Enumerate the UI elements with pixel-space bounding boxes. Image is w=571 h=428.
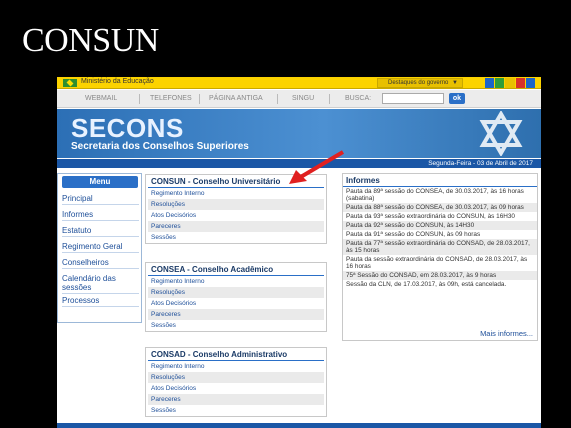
star-logo-icon: [479, 111, 523, 156]
consea-resolucoes-link[interactable]: Resoluções: [148, 287, 324, 298]
consea-panel: CONSEA - Conselho Acadêmico Regimento In…: [145, 262, 327, 332]
informe-item[interactable]: Pauta da 93ª sessão extraordinária do CO…: [343, 212, 537, 221]
nav-pagina-antiga[interactable]: PÁGINA ANTIGA: [209, 95, 263, 102]
informe-item[interactable]: Pauta da sessão extraordinária do CONSAD…: [343, 255, 537, 271]
consad-atos-link[interactable]: Atos Decisórios: [148, 383, 324, 394]
consun-regimento-link[interactable]: Regimento Interno: [148, 188, 324, 199]
brasil-logo: [485, 78, 536, 88]
nav-divider: [329, 94, 330, 104]
search-ok-button[interactable]: ok: [449, 93, 465, 104]
informe-item[interactable]: Pauta da 92ª sessão do CONSUN, às 14H30: [343, 221, 537, 230]
chevron-down-icon: ▼: [452, 80, 458, 86]
informe-item[interactable]: Pauta da 91ª sessão do CONSUN, às 09 hor…: [343, 230, 537, 239]
consun-sessoes-link[interactable]: Sessões: [148, 232, 324, 243]
consea-sessoes-link[interactable]: Sessões: [148, 320, 324, 331]
consun-pareceres-link[interactable]: Pareceres: [148, 221, 324, 232]
sidebar-item-principal[interactable]: Principal: [62, 193, 139, 205]
informes-title: Informes: [343, 174, 537, 187]
search-label: BUSCA:: [345, 95, 372, 102]
nav-divider: [277, 94, 278, 104]
top-navigation: WEBMAIL TELEFONES PÁGINA ANTIGA SINGU BU…: [57, 90, 541, 108]
consad-panel-title[interactable]: CONSAD - Conselho Administrativo: [148, 348, 324, 361]
footer-bar: [57, 423, 541, 428]
sidebar-item-calendario[interactable]: Calendário das sessões: [62, 273, 139, 294]
sidebar-item-regimento-geral[interactable]: Regimento Geral: [62, 241, 139, 253]
site-subtitle: Secretaria dos Conselhos Superiores: [71, 141, 249, 152]
consad-pareceres-link[interactable]: Pareceres: [148, 394, 324, 405]
government-bar: Ministério da Educação Destaques do gove…: [57, 77, 541, 89]
consad-resolucoes-link[interactable]: Resoluções: [148, 372, 324, 383]
informe-item[interactable]: Pauta da 89ª sessão do CONSEA, de 30.03.…: [343, 187, 537, 203]
consad-panel: CONSAD - Conselho Administrativo Regimen…: [145, 347, 327, 417]
consun-atos-link[interactable]: Atos Decisórios: [148, 210, 324, 221]
informe-item[interactable]: 75ª Sessão do CONSAD, em 28.03.2017, às …: [343, 271, 537, 280]
consea-regimento-link[interactable]: Regimento Interno: [148, 276, 324, 287]
informe-item[interactable]: Pauta da 88ª sessão do CONSEA, de 30.03.…: [343, 203, 537, 212]
sidebar-item-conselheiros[interactable]: Conselheiros: [62, 257, 139, 269]
menu-header: Menu: [62, 176, 138, 188]
nav-telefones[interactable]: TELEFONES: [150, 95, 192, 102]
nav-webmail[interactable]: WEBMAIL: [85, 95, 117, 102]
sidebar-item-estatuto[interactable]: Estatuto: [62, 225, 139, 237]
nav-singu[interactable]: SINGU: [292, 95, 314, 102]
consea-pareceres-link[interactable]: Pareceres: [148, 309, 324, 320]
sidebar-menu: Menu Principal Informes Estatuto Regimen…: [57, 173, 142, 323]
nav-divider: [199, 94, 200, 104]
consea-atos-link[interactable]: Atos Decisórios: [148, 298, 324, 309]
site-title[interactable]: SECONS: [71, 113, 184, 144]
highlights-select-label: Destaques do governo: [388, 80, 449, 86]
sidebar-item-processos[interactable]: Processos: [62, 295, 139, 307]
consad-regimento-link[interactable]: Regimento Interno: [148, 361, 324, 372]
website-screenshot: Ministério da Educação Destaques do gove…: [57, 77, 541, 428]
consad-sessoes-link[interactable]: Sessões: [148, 405, 324, 416]
informe-item[interactable]: Pauta da 77ª sessão extraordinária do CO…: [343, 239, 537, 255]
nav-divider: [139, 94, 140, 104]
consun-resolucoes-link[interactable]: Resoluções: [148, 199, 324, 210]
more-informes-link[interactable]: Mais informes...: [480, 329, 533, 338]
search-input[interactable]: [382, 93, 444, 104]
brazil-flag-icon: [63, 79, 77, 87]
ministry-label[interactable]: Ministério da Educação: [81, 78, 154, 85]
highlights-select[interactable]: Destaques do governo ▼: [377, 78, 463, 88]
slide-title: CONSUN: [22, 22, 159, 59]
informes-panel: Informes Pauta da 89ª sessão do CONSEA, …: [342, 173, 538, 341]
informe-item[interactable]: Sessão da CLN, de 17.03.2017, às 09h, es…: [343, 280, 537, 289]
consea-panel-title[interactable]: CONSEA - Conselho Acadêmico: [148, 263, 324, 276]
red-arrow-annotation: [289, 150, 345, 184]
sidebar-item-informes[interactable]: Informes: [62, 209, 139, 221]
